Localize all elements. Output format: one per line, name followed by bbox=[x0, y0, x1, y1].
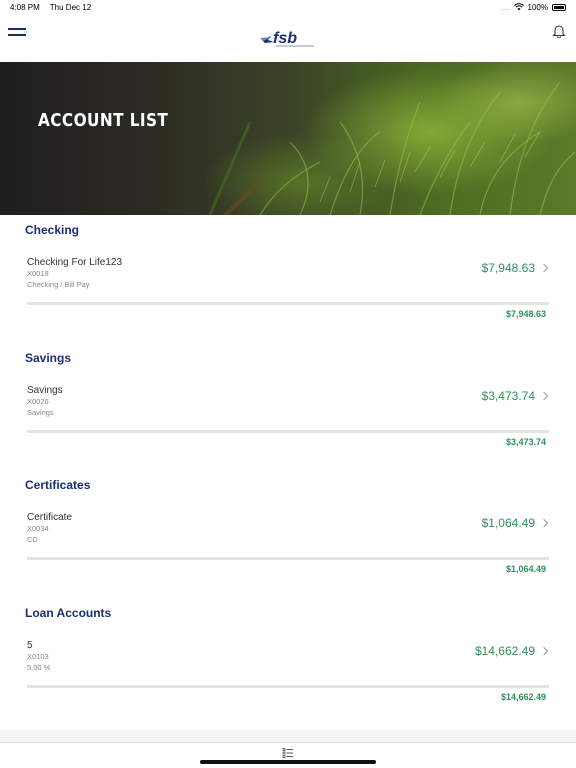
section-total: $1,064.49 bbox=[505, 564, 546, 574]
account-type: 5.00 % bbox=[27, 662, 51, 672]
account-row-checking[interactable]: Checking For Life123 X0018 Checking / Bi… bbox=[27, 257, 549, 297]
moss-background-image bbox=[208, 81, 576, 215]
account-number: X0026 bbox=[27, 396, 49, 406]
battery-percent: 100% bbox=[527, 2, 548, 12]
bell-icon[interactable] bbox=[552, 24, 566, 38]
account-type: Savings bbox=[27, 407, 54, 417]
logo-text: fsb bbox=[273, 30, 297, 47]
section-title: Savings bbox=[25, 350, 72, 365]
wifi-icon bbox=[513, 3, 524, 11]
account-number: X0103 bbox=[27, 651, 49, 661]
hamburger-icon[interactable] bbox=[8, 28, 26, 36]
hero-banner: ACCOUNT LIST bbox=[0, 62, 576, 215]
bottom-band bbox=[0, 730, 576, 742]
account-row-certificate[interactable]: Certificate X0034 CD $1,064.49 bbox=[27, 512, 549, 552]
account-number: X0018 bbox=[27, 269, 49, 278]
account-list: Checking Checking For Life123 X0018 Chec… bbox=[0, 215, 576, 725]
account-number: X0034 bbox=[27, 524, 49, 533]
account-balance: $14,662.49 bbox=[474, 643, 535, 658]
account-balance: $3,473.74 bbox=[481, 388, 535, 403]
status-bar: 4:08 PM Thu Dec 12 .... 100% bbox=[0, 0, 576, 14]
section-loan-accounts: Loan Accounts 5 X0103 5.00 % $14,662.49 … bbox=[0, 598, 576, 726]
divider bbox=[27, 557, 549, 560]
top-navigation: fsb bbox=[0, 14, 576, 62]
account-name: 5 bbox=[27, 639, 33, 651]
account-row-loan[interactable]: 5 X0103 5.00 % $14,662.49 bbox=[27, 640, 549, 680]
signal-dots: .... bbox=[500, 2, 510, 12]
home-indicator[interactable] bbox=[200, 760, 376, 764]
section-savings: Savings Savings X0026 Savings $3,473.74 … bbox=[0, 343, 576, 471]
section-checking: Checking Checking For Life123 X0018 Chec… bbox=[0, 215, 576, 343]
divider bbox=[27, 429, 549, 433]
divider bbox=[27, 302, 549, 305]
section-title: Certificates bbox=[25, 478, 91, 492]
section-certificates: Certificates Certificate X0034 CD $1,064… bbox=[0, 470, 576, 598]
account-balance: $1,064.49 bbox=[481, 516, 535, 530]
page-title: ACCOUNT LIST bbox=[38, 110, 169, 131]
section-total: $7,948.63 bbox=[505, 309, 546, 319]
chevron-right-icon bbox=[539, 518, 549, 528]
chevron-right-icon bbox=[539, 391, 549, 400]
tab-bar bbox=[0, 742, 576, 768]
divider bbox=[27, 684, 549, 688]
fsb-logo: fsb bbox=[260, 30, 314, 47]
account-type: CD bbox=[27, 535, 38, 544]
account-name: Certificate bbox=[27, 512, 73, 523]
battery-icon bbox=[552, 3, 566, 11]
account-balance: $7,948.63 bbox=[481, 261, 535, 275]
section-title: Loan Accounts bbox=[25, 605, 112, 620]
section-total: $3,473.74 bbox=[505, 436, 546, 447]
list-icon[interactable] bbox=[282, 747, 294, 759]
chevron-right-icon bbox=[539, 263, 549, 273]
status-date: Thu Dec 12 bbox=[49, 2, 92, 12]
account-row-savings[interactable]: Savings X0026 Savings $3,473.74 bbox=[27, 385, 549, 425]
status-time: 4:08 PM bbox=[10, 2, 40, 12]
chevron-right-icon bbox=[539, 646, 549, 655]
section-total: $14,662.49 bbox=[500, 691, 546, 702]
account-type: Checking / Bill Pay bbox=[27, 280, 90, 289]
account-name: Checking For Life123 bbox=[27, 257, 123, 268]
account-name: Savings bbox=[27, 384, 63, 396]
section-title: Checking bbox=[25, 223, 80, 237]
